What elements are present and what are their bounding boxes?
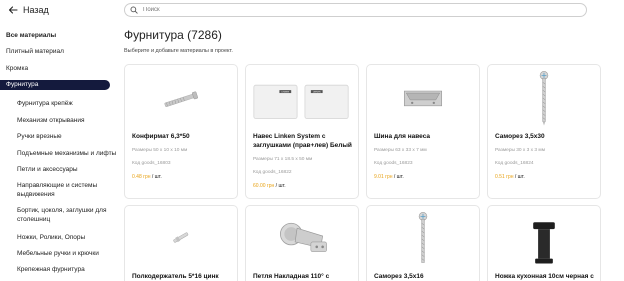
product-card[interactable]: Полкодержатель 5*16 цинк [124, 205, 238, 281]
product-price: 0.51 грн / шт. [495, 174, 525, 180]
price-amount: 60.00 грн [253, 183, 275, 189]
page-subtitle: Выберите и добавьте материалы в проект. [124, 48, 233, 54]
product-card[interactable]: LINKEN LINKEN Навес Linken System с загл… [245, 64, 359, 199]
product-name: Шина для навеса [374, 133, 431, 140]
sidebar-item-hardware[interactable]: Фурнитура [0, 80, 110, 90]
product-card[interactable]: Конфирмат 6,3*50 Размеры 50 x 10 x 10 мм… [124, 64, 238, 199]
self-tapping-screw-image [418, 212, 428, 263]
sidebar-item-worktop-plinths[interactable]: Бортик, цоколя, заглушки для столешниц [17, 206, 113, 224]
product-price: 9.01 грн / шт. [374, 174, 404, 180]
product-price: 0.48 грн / шт. [132, 174, 162, 180]
kitchen-leg-image [533, 222, 555, 264]
product-name: Навес Linken System с заглушками (прав+л… [253, 133, 352, 149]
product-price: 60.00 грн / шт. [253, 183, 286, 189]
page-title: Фурнитура (7286) [124, 28, 222, 42]
sidebar-item-mounting-hardware[interactable]: Крепежная фурнитура [17, 265, 85, 274]
product-name: Конфирмат 6,3*50 [132, 133, 190, 140]
product-size: Размеры 71 x 18.5 x 50 мм [253, 157, 313, 162]
product-card[interactable]: Петля Накладная 110° с [245, 205, 359, 281]
linken-hanger-image: LINKEN LINKEN [253, 84, 349, 119]
brand-logo: LINKEN [313, 91, 321, 93]
product-code: Код goods_16822 [253, 170, 292, 175]
product-code: Код goods_16803 [132, 161, 171, 166]
product-code: Код goods_16823 [374, 161, 413, 166]
price-unit: / шт. [275, 183, 286, 189]
self-tapping-screw-image [539, 71, 549, 126]
product-card[interactable]: Саморез 3,5х30 Размеры 30 x 3 x 3 мм Код… [487, 64, 601, 199]
product-size: Размеры 63 x 33 x 7 мм [374, 148, 427, 153]
hinge-image [279, 222, 327, 253]
price-amount: 0.51 грн [495, 174, 514, 180]
product-card[interactable]: Саморез 3,5х16 [366, 205, 480, 281]
product-card[interactable]: Ножка кухонная 10см черная с [487, 205, 601, 281]
sidebar-item-drawer-systems[interactable]: Направляющие и системы выдвижения [17, 181, 113, 199]
sidebar-item-all[interactable]: Все материалы [6, 31, 56, 40]
product-size: Размеры 30 x 3 x 3 мм [495, 148, 545, 153]
sidebar-item-opening-mechanism[interactable]: Механизм открывания [17, 116, 85, 125]
price-unit: / шт. [514, 174, 525, 180]
hanger-rail-image [403, 90, 443, 107]
confirmat-screw-image [164, 91, 198, 107]
sidebar-item-inset-handles[interactable]: Ручки врезные [17, 132, 62, 141]
price-amount: 9.01 грн [374, 174, 393, 180]
product-size: Размеры 50 x 10 x 10 мм [132, 148, 188, 153]
sidebar-item-edge[interactable]: Кромка [6, 64, 28, 73]
product-code: Код goods_16824 [495, 161, 534, 166]
back-button[interactable]: Назад [8, 5, 49, 15]
price-amount: 0.48 грн [132, 174, 151, 180]
product-card[interactable]: Шина для навеса Размеры 63 x 33 x 7 мм К… [366, 64, 480, 199]
search-input[interactable] [143, 7, 543, 13]
app-root: Назад Все материалы Плитный материал Кро… [0, 0, 624, 281]
arrow-left-icon [8, 6, 18, 14]
product-name: Ножка кухонная 10см черная с [495, 273, 594, 280]
sidebar-item-fasteners[interactable]: Фурнитура крепёж [17, 99, 73, 108]
price-unit: / шт. [393, 174, 404, 180]
product-name: Полкодержатель 5*16 цинк [132, 273, 219, 280]
sidebar-item-lift-mechanisms[interactable]: Подъемные механизмы и лифты [17, 149, 116, 158]
price-unit: / шт. [151, 174, 162, 180]
sidebar-item-handles-hooks[interactable]: Мебельные ручки и крючки [17, 249, 99, 258]
brand-logo: LINKEN [281, 91, 289, 93]
product-name: Саморез 3,5х30 [495, 133, 545, 140]
search-icon [130, 6, 138, 14]
product-name: Саморез 3,5х16 [374, 273, 424, 280]
shelf-support-image [173, 232, 189, 243]
search-bar[interactable] [124, 3, 587, 17]
product-name: Петля Накладная 110° с [253, 273, 330, 280]
sidebar-item-legs-wheels[interactable]: Ножки, Ролики, Опоры [17, 233, 85, 242]
back-label: Назад [23, 5, 49, 15]
sidebar-item-boards[interactable]: Плитный материал [6, 47, 64, 56]
sidebar-item-hinges[interactable]: Петли и аксессуары [17, 165, 78, 174]
